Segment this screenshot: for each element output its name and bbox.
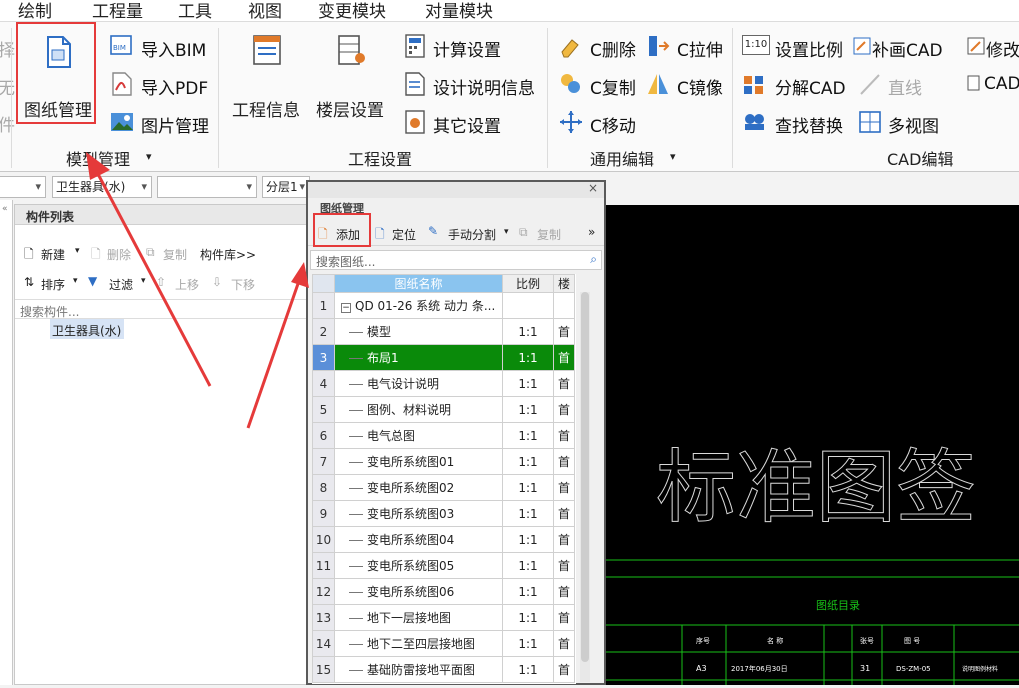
arrow-to-ribbon (96, 173, 212, 387)
arrowhead-icon (86, 152, 110, 180)
arrow-to-add (246, 277, 302, 429)
annotation-arrows (86, 152, 309, 429)
arrowhead-icon-2 (291, 262, 309, 288)
